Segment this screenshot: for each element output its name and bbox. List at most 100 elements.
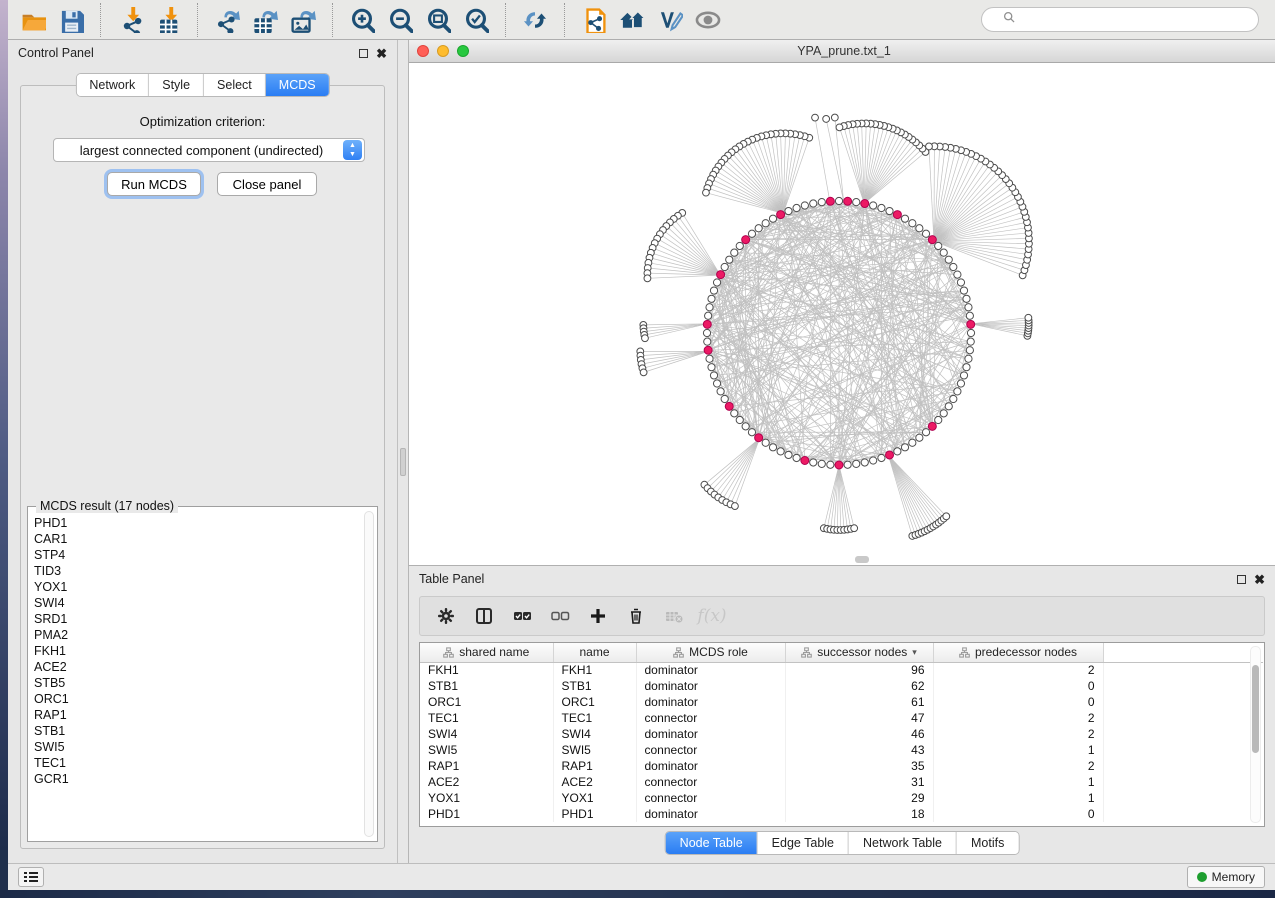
window-minimize-icon[interactable] (437, 45, 449, 57)
graph-node[interactable] (762, 439, 769, 446)
network-canvas[interactable] (409, 63, 1275, 565)
graph-node[interactable] (777, 448, 784, 455)
graph-node[interactable] (963, 295, 970, 302)
graph-node[interactable] (785, 451, 792, 458)
graph-node[interactable] (769, 444, 776, 451)
table-cell[interactable]: connector (636, 742, 785, 758)
graph-node[interactable] (762, 220, 769, 227)
import-network-button[interactable] (111, 4, 149, 36)
graph-node[interactable] (967, 329, 974, 336)
graph-node[interactable] (901, 215, 908, 222)
graph-node[interactable] (844, 461, 851, 468)
table-cell[interactable]: FKH1 (420, 662, 553, 678)
mcds-result-item[interactable]: FKH1 (34, 643, 361, 659)
mcds-node[interactable] (886, 451, 894, 459)
tab-select[interactable]: Select (204, 74, 266, 96)
graph-node[interactable] (769, 215, 776, 222)
zoom-selected-button[interactable] (457, 4, 495, 36)
table-row[interactable]: SWI4SWI4dominator462 (420, 726, 1263, 742)
graph-node[interactable] (935, 242, 942, 249)
table-row[interactable]: PHD1PHD1dominator180 (420, 806, 1263, 822)
table-row[interactable]: SWI5SWI5connector431 (420, 742, 1263, 758)
mcds-result-item[interactable]: STB1 (34, 723, 361, 739)
table-cell[interactable]: ORC1 (420, 694, 553, 710)
table-cell[interactable]: RAP1 (553, 758, 636, 774)
graph-node[interactable] (812, 114, 819, 121)
save-session-button[interactable] (52, 4, 90, 36)
table-row[interactable]: YOX1YOX1connector291 (420, 790, 1263, 806)
graph-node[interactable] (853, 460, 860, 467)
graph-node[interactable] (810, 200, 817, 207)
table-cell[interactable]: 1 (933, 742, 1103, 758)
graph-node[interactable] (957, 380, 964, 387)
mcds-node[interactable] (717, 271, 725, 279)
table-cell[interactable]: ACE2 (420, 774, 553, 790)
graph-node[interactable] (836, 124, 843, 131)
graph-node[interactable] (818, 199, 825, 206)
graph-node[interactable] (954, 271, 961, 278)
mcds-result-item[interactable]: PMA2 (34, 627, 361, 643)
network-hscroll-thumb[interactable] (855, 556, 869, 563)
export-table-button[interactable] (246, 4, 284, 36)
table-cell[interactable]: SWI5 (553, 742, 636, 758)
splitter-handle[interactable] (400, 448, 406, 476)
graph-node[interactable] (736, 416, 743, 423)
table-cell[interactable]: 43 (785, 742, 933, 758)
close-panel-icon[interactable]: ✖ (376, 49, 387, 58)
select-all-button[interactable] (506, 601, 538, 631)
graph-node[interactable] (827, 461, 834, 468)
graph-node[interactable] (721, 395, 728, 402)
table-cell[interactable]: SWI4 (420, 726, 553, 742)
mcds-node[interactable] (928, 236, 936, 244)
graph-node[interactable] (731, 410, 738, 417)
tab-style[interactable]: Style (149, 74, 204, 96)
graph-node[interactable] (853, 199, 860, 206)
table-row[interactable]: ORC1ORC1dominator610 (420, 694, 1263, 710)
table-cell[interactable]: 46 (785, 726, 933, 742)
graph-node[interactable] (703, 329, 710, 336)
optimization-criterion-select[interactable]: largest connected component (undirected)… (53, 138, 365, 162)
zoom-in-button[interactable] (343, 4, 381, 36)
graph-node[interactable] (640, 369, 647, 376)
table-row[interactable]: RAP1RAP1dominator352 (420, 758, 1263, 774)
graph-node[interactable] (644, 275, 651, 282)
tab-node-table[interactable]: Node Table (666, 832, 758, 854)
table-cell[interactable]: 2 (933, 758, 1103, 774)
graph-node[interactable] (706, 304, 713, 311)
graph-node[interactable] (916, 434, 923, 441)
mcds-node[interactable] (777, 211, 785, 219)
delete-table-button[interactable] (658, 601, 690, 631)
mcds-result-item[interactable]: TEC1 (34, 755, 361, 771)
table-cell[interactable]: PHD1 (420, 806, 553, 822)
mcds-node[interactable] (742, 236, 750, 244)
table-cell[interactable]: SWI5 (420, 742, 553, 758)
graph-node[interactable] (736, 242, 743, 249)
graph-node[interactable] (755, 225, 762, 232)
graph-node[interactable] (954, 388, 961, 395)
graph-node[interactable] (785, 207, 792, 214)
graph-node[interactable] (748, 230, 755, 237)
table-cell[interactable]: dominator (636, 758, 785, 774)
graph-node[interactable] (710, 372, 717, 379)
table-cell[interactable]: 31 (785, 774, 933, 790)
graph-node[interactable] (731, 249, 738, 256)
table-cell[interactable]: 96 (785, 662, 933, 678)
graph-node[interactable] (706, 355, 713, 362)
graph-node[interactable] (916, 225, 923, 232)
table-scrollbar-thumb[interactable] (1252, 665, 1259, 753)
graph-node[interactable] (708, 295, 715, 302)
graph-node[interactable] (713, 380, 720, 387)
run-mcds-button[interactable]: Run MCDS (107, 172, 201, 196)
tab-network-table[interactable]: Network Table (849, 832, 957, 854)
open-session-button[interactable] (14, 4, 52, 36)
graph-node[interactable] (965, 355, 972, 362)
memory-button[interactable]: Memory (1187, 866, 1265, 888)
table-cell[interactable]: 0 (933, 678, 1103, 694)
delete-column-button[interactable] (620, 601, 652, 631)
table-cell[interactable]: dominator (636, 678, 785, 694)
tab-mcds[interactable]: MCDS (266, 74, 329, 96)
table-cell[interactable]: 61 (785, 694, 933, 710)
mcds-node[interactable] (893, 211, 901, 219)
table-cell[interactable]: YOX1 (420, 790, 553, 806)
table-cell[interactable]: STB1 (553, 678, 636, 694)
